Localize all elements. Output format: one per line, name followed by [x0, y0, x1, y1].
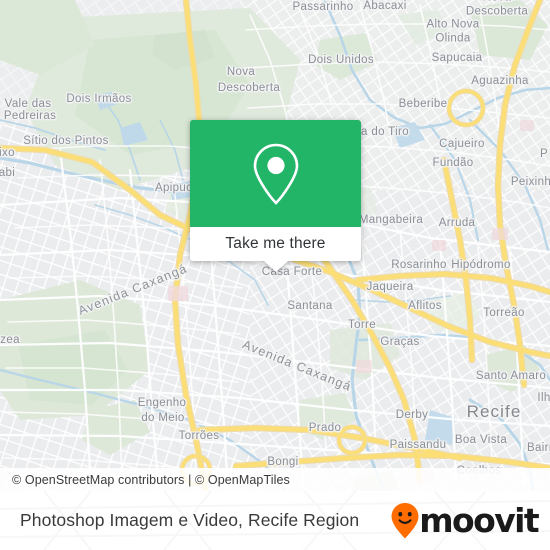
- moovit-smiley-pin-icon: [391, 502, 419, 538]
- page-title: Photoshop Imagem e Video, Recife Region: [20, 510, 360, 530]
- moovit-map-screenshot: PassarinhoAbacaxiAlto Nova OlindaNova De…: [0, 0, 550, 550]
- take-me-there-callout[interactable]: Take me there: [190, 120, 361, 272]
- callout-action-bar[interactable]: Take me there: [190, 227, 361, 261]
- map-viewport[interactable]: PassarinhoAbacaxiAlto Nova OlindaNova De…: [0, 0, 550, 491]
- take-me-there-label: Take me there: [225, 235, 326, 252]
- footer-bar: Photoshop Imagem e Video, Recife Region …: [0, 491, 550, 550]
- callout-icon-panel: [190, 120, 361, 227]
- moovit-logo[interactable]: moovit: [390, 502, 550, 540]
- map-attribution-bar: © OpenStreetMap contributors | © OpenMap…: [0, 468, 550, 491]
- map-pin-icon: [253, 143, 298, 205]
- moovit-wordmark: moovit: [419, 501, 539, 540]
- callout-pointer-tail: [263, 261, 288, 272]
- attribution-text: © OpenStreetMap contributors | © OpenMap…: [12, 472, 290, 487]
